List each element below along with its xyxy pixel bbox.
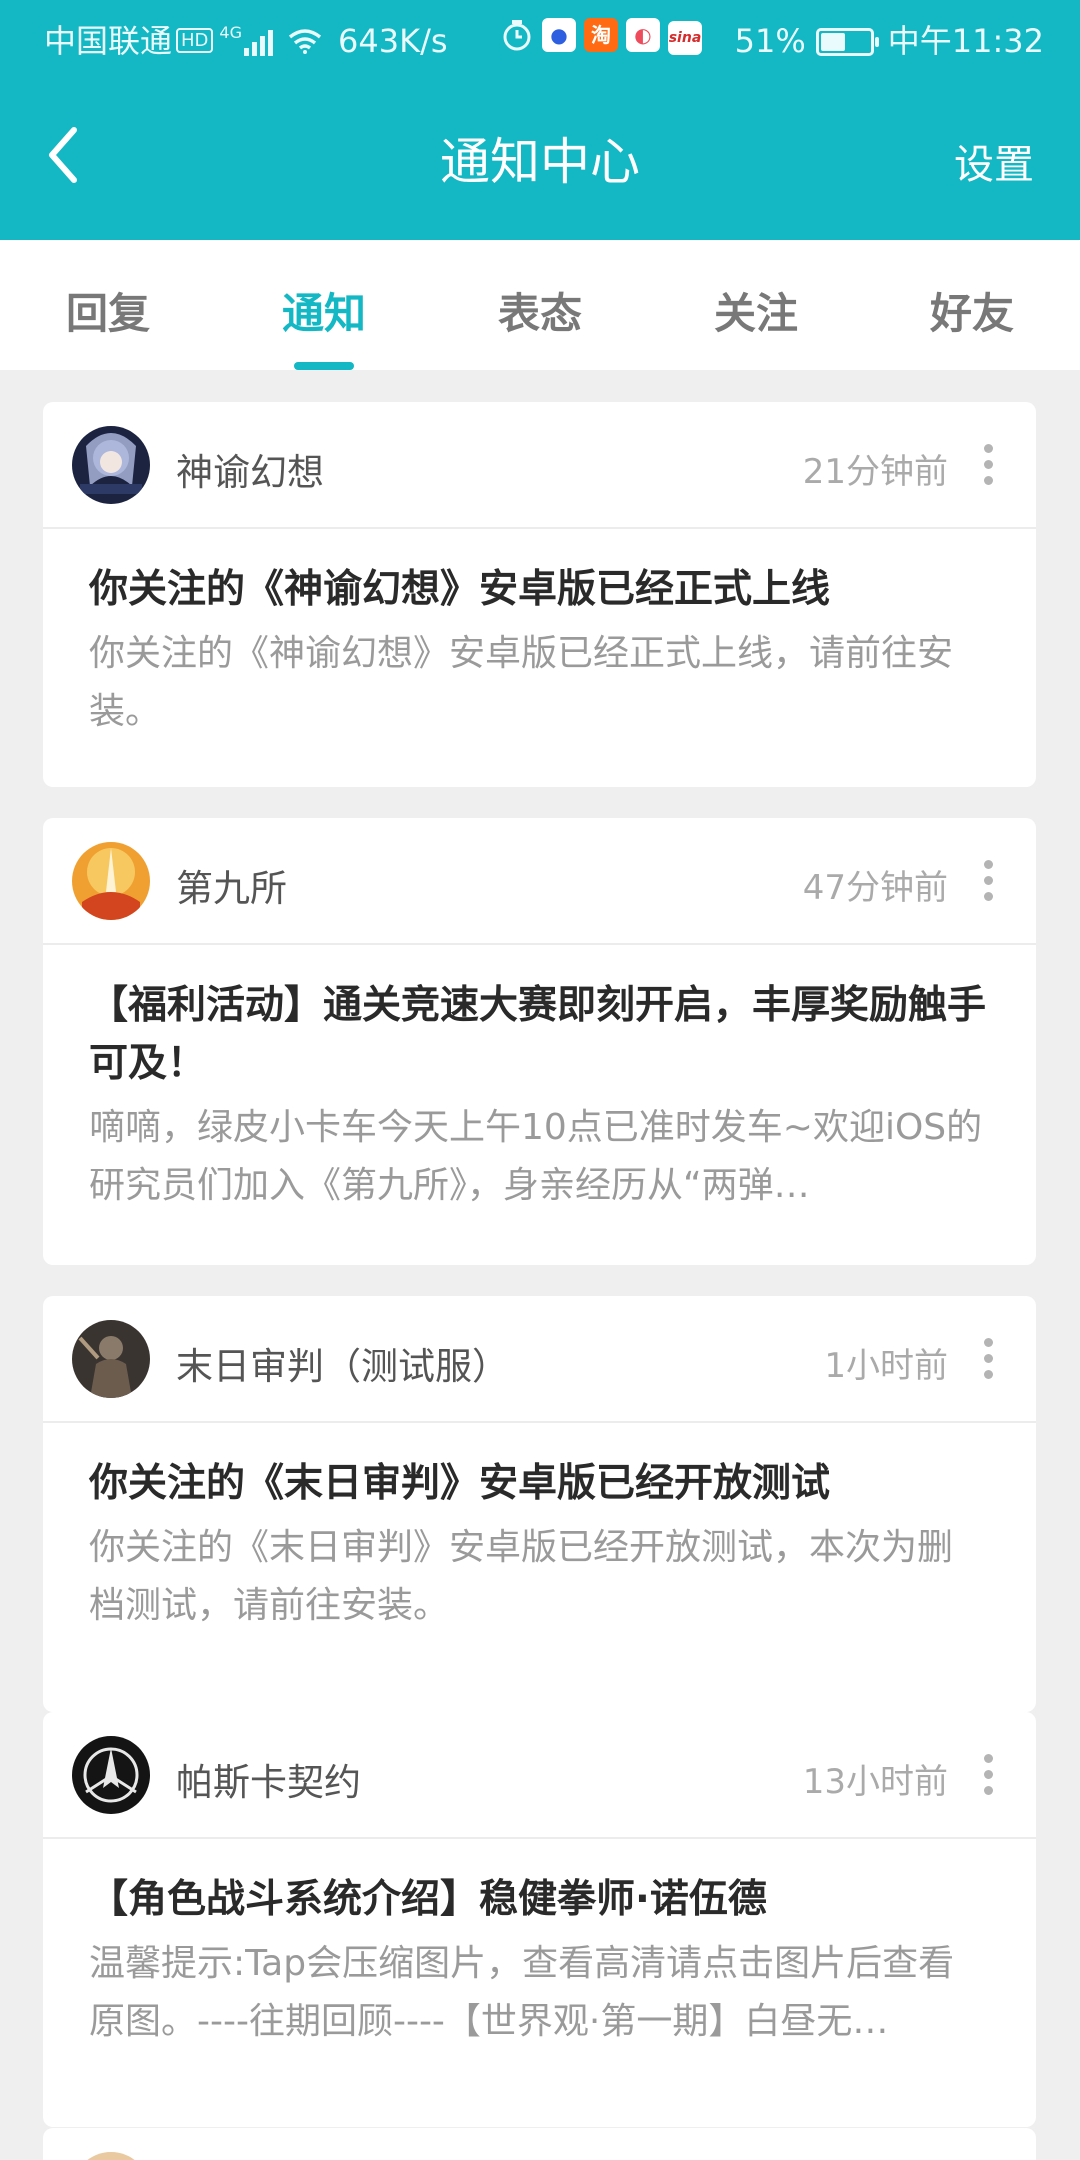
sina-icon: sina xyxy=(668,21,702,55)
source-name[interactable]: 第九所 xyxy=(176,858,287,912)
avatar[interactable] xyxy=(72,1320,150,1398)
card-header: 末日审判（测试服） 1小时前 xyxy=(43,1296,1036,1423)
timestamp: 21分钟前 xyxy=(802,452,948,492)
notification-body: 你关注的《神谕幻想》安卓版已经正式上线，请前往安装。 xyxy=(89,633,954,732)
battery-fill xyxy=(820,33,846,51)
alarm-icon xyxy=(503,20,531,51)
tab-friends[interactable]: 好友 xyxy=(864,280,1080,341)
notification-card[interactable]: 末日审判（测试服） 1小时前 你关注的《末日审判》安卓版已经开放测试 你关注的《… xyxy=(43,1296,1036,1712)
timestamp: 13小时前 xyxy=(802,1762,948,1802)
tab-reaction[interactable]: 表态 xyxy=(432,280,648,341)
more-icon[interactable] xyxy=(980,1750,996,1800)
avatar[interactable] xyxy=(72,2152,150,2160)
notification-title: 【福利活动】通关竞速大赛即刻开启，丰厚奖励触手可及！ xyxy=(89,983,987,1086)
battery-icon xyxy=(815,28,879,56)
more-icon[interactable] xyxy=(980,440,996,490)
wifi-icon xyxy=(288,29,322,54)
notification-card[interactable]: 神谕幻想 21分钟前 你关注的《神谕幻想》安卓版已经正式上线 你关注的《神谕幻想… xyxy=(43,402,1036,787)
page-title: 通知中心 xyxy=(440,133,640,191)
card-body: 你关注的《神谕幻想》安卓版已经正式上线 你关注的《神谕幻想》安卓版已经正式上线，… xyxy=(43,529,1036,741)
hd-badge: HD xyxy=(176,28,214,53)
more-icon[interactable] xyxy=(980,1334,996,1384)
card-header: 神谕幻想 21分钟前 xyxy=(43,402,1036,529)
notification-list[interactable]: 神谕幻想 21分钟前 你关注的《神谕幻想》安卓版已经正式上线 你关注的《神谕幻想… xyxy=(0,370,1080,2160)
notification-icons: ● 淘 ◐ sina xyxy=(500,18,710,55)
clock: 中午11:32 xyxy=(887,22,1044,60)
card-body: 你关注的《末日审判》安卓版已经开放测试 你关注的《末日审判》安卓版已经开放测试，… xyxy=(43,1423,1036,1635)
notification-title: 你关注的《神谕幻想》安卓版已经正式上线 xyxy=(89,567,831,612)
tab-reply[interactable]: 回复 xyxy=(0,280,216,341)
weibo-icon: ◐ xyxy=(626,18,660,52)
tab-follow[interactable]: 关注 xyxy=(648,280,864,341)
battery-percent: 51% xyxy=(734,22,806,60)
settings-button[interactable]: 设置 xyxy=(954,132,1034,190)
source-name[interactable]: 末日审判（测试服） xyxy=(176,1336,509,1390)
card-header: 帕斯卡契约 13小时前 xyxy=(43,1712,1036,1839)
baidu-icon: ● xyxy=(542,18,576,52)
tab-notice[interactable]: 通知 xyxy=(216,280,432,341)
network-type: 4G xyxy=(219,23,242,42)
notification-card[interactable]: 帕斯卡契约 13小时前 【角色战斗系统介绍】稳健拳师·诺伍德 温馨提示:Tap会… xyxy=(43,1712,1036,2127)
notification-body: 你关注的《末日审判》安卓版已经开放测试，本次为删档测试，请前往安装。 xyxy=(89,1527,954,1626)
active-tab-indicator xyxy=(294,362,354,370)
notification-title: 【角色战斗系统介绍】稳健拳师·诺伍德 xyxy=(89,1877,767,1922)
timestamp: 1小时前 xyxy=(824,1346,948,1386)
network-speed: 643K/s xyxy=(338,22,448,60)
notification-card[interactable]: 第九所 47分钟前 【福利活动】通关竞速大赛即刻开启，丰厚奖励触手可及！ 嘀嘀，… xyxy=(43,818,1036,1265)
source-name[interactable]: 神谕幻想 xyxy=(176,442,324,496)
source-name[interactable]: 帕斯卡契约 xyxy=(176,1752,361,1806)
notification-title: 你关注的《末日审判》安卓版已经开放测试 xyxy=(89,1461,831,1506)
app-header: 中国联通 HD 4G 643K/s ● 淘 ◐ sina 51% 中午11:32 通知中心 设… xyxy=(0,0,1080,240)
status-left: 中国联通 HD 4G 643K/s xyxy=(44,16,448,62)
taobao-icon: 淘 xyxy=(584,18,618,52)
card-body: 【角色战斗系统介绍】稳健拳师·诺伍德 温馨提示:Tap会压缩图片，查看高清请点击… xyxy=(43,1839,1036,2051)
timestamp: 47分钟前 xyxy=(802,868,948,908)
status-right: 51% 中午11:32 xyxy=(735,16,1044,62)
more-icon[interactable] xyxy=(980,856,996,906)
card-header: 第九所 47分钟前 xyxy=(43,818,1036,945)
notification-body: 嘀嘀，绿皮小卡车今天上午10点已准时发车~欢迎iOS的研究员们加入《第九所》，身… xyxy=(89,1107,983,1206)
avatar[interactable] xyxy=(72,842,150,920)
avatar[interactable] xyxy=(72,426,150,504)
status-bar: 中国联通 HD 4G 643K/s ● 淘 ◐ sina 51% 中午11:32 xyxy=(0,0,1080,76)
signal-icon xyxy=(244,26,280,56)
notification-body: 温馨提示:Tap会压缩图片，查看高清请点击图片后查看原图。----往期回顾---… xyxy=(89,1943,955,2042)
tab-bar: 回复 通知 表态 关注 好友 xyxy=(0,240,1080,370)
card-body: 【福利活动】通关竞速大赛即刻开启，丰厚奖励触手可及！ 嘀嘀，绿皮小卡车今天上午1… xyxy=(43,945,1036,1215)
carrier-label: 中国联通 xyxy=(44,22,173,60)
notification-card[interactable] xyxy=(43,2128,1036,2160)
avatar[interactable] xyxy=(72,1736,150,1814)
